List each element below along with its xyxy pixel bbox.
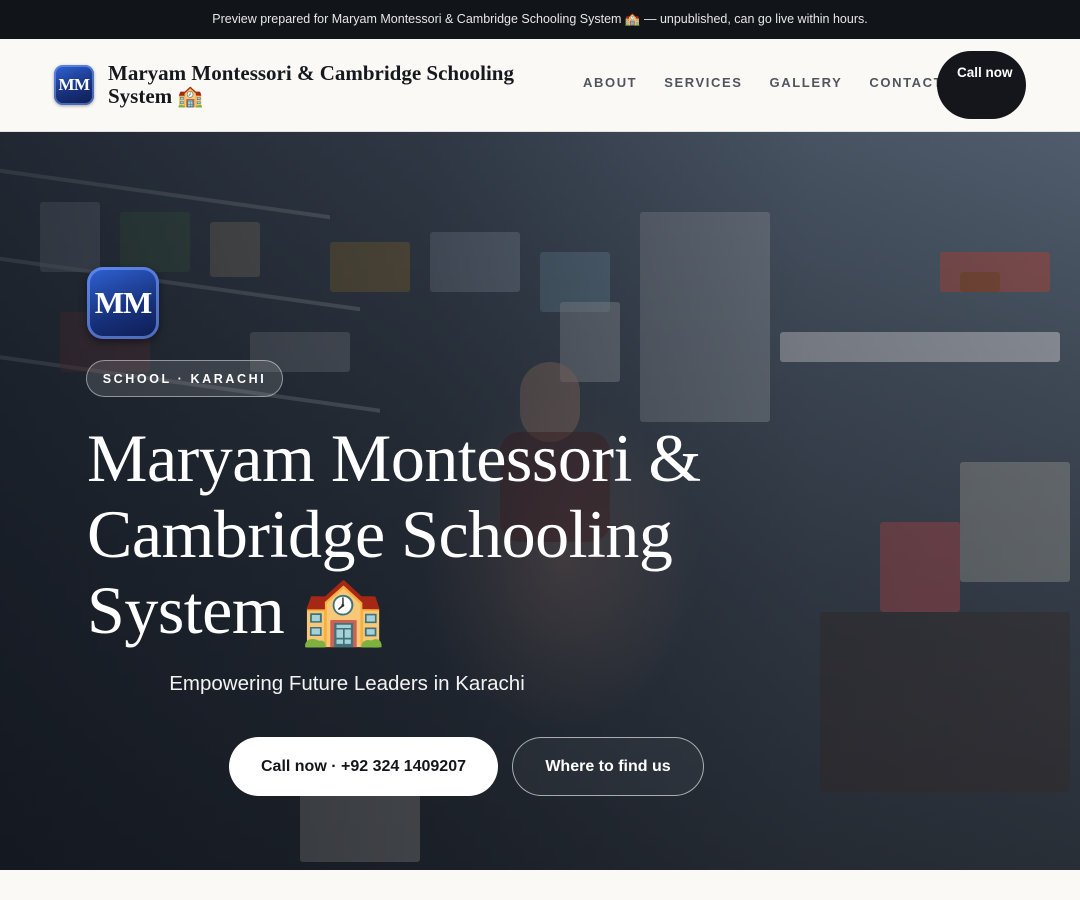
call-phone-button[interactable]: Call now · +92 324 1409207 [229, 737, 498, 796]
logo-icon[interactable]: MM [54, 65, 94, 105]
nav-gallery[interactable]: GALLERY [770, 75, 843, 90]
preview-banner-text: Preview prepared for Maryam Montessori &… [212, 12, 868, 26]
call-now-button[interactable]: Call now [937, 51, 1026, 119]
hero-section: MM SCHOOL · KARACHI Maryam Montessori & … [0, 132, 1080, 870]
hero-subtitle: Empowering Future Leaders in Karachi [169, 672, 525, 695]
category-badge-text: SCHOOL · KARACHI [102, 371, 267, 386]
category-badge: SCHOOL · KARACHI [86, 360, 283, 397]
brand-name[interactable]: Maryam Montessori & Cambridge Schooling … [108, 62, 558, 108]
nav-contact[interactable]: CONTACT [869, 75, 943, 90]
preview-banner: Preview prepared for Maryam Montessori &… [0, 0, 1080, 39]
main-nav: ABOUT SERVICES GALLERY CONTACT [583, 75, 943, 90]
hero-logo-icon: MM [87, 267, 159, 339]
hero-title: Maryam Montessori & Cambridge Schooling … [87, 420, 701, 648]
nav-about[interactable]: ABOUT [583, 75, 637, 90]
find-us-button[interactable]: Where to find us [512, 737, 704, 796]
site-header: MM Maryam Montessori & Cambridge Schooli… [0, 39, 1080, 132]
nav-services[interactable]: SERVICES [664, 75, 742, 90]
